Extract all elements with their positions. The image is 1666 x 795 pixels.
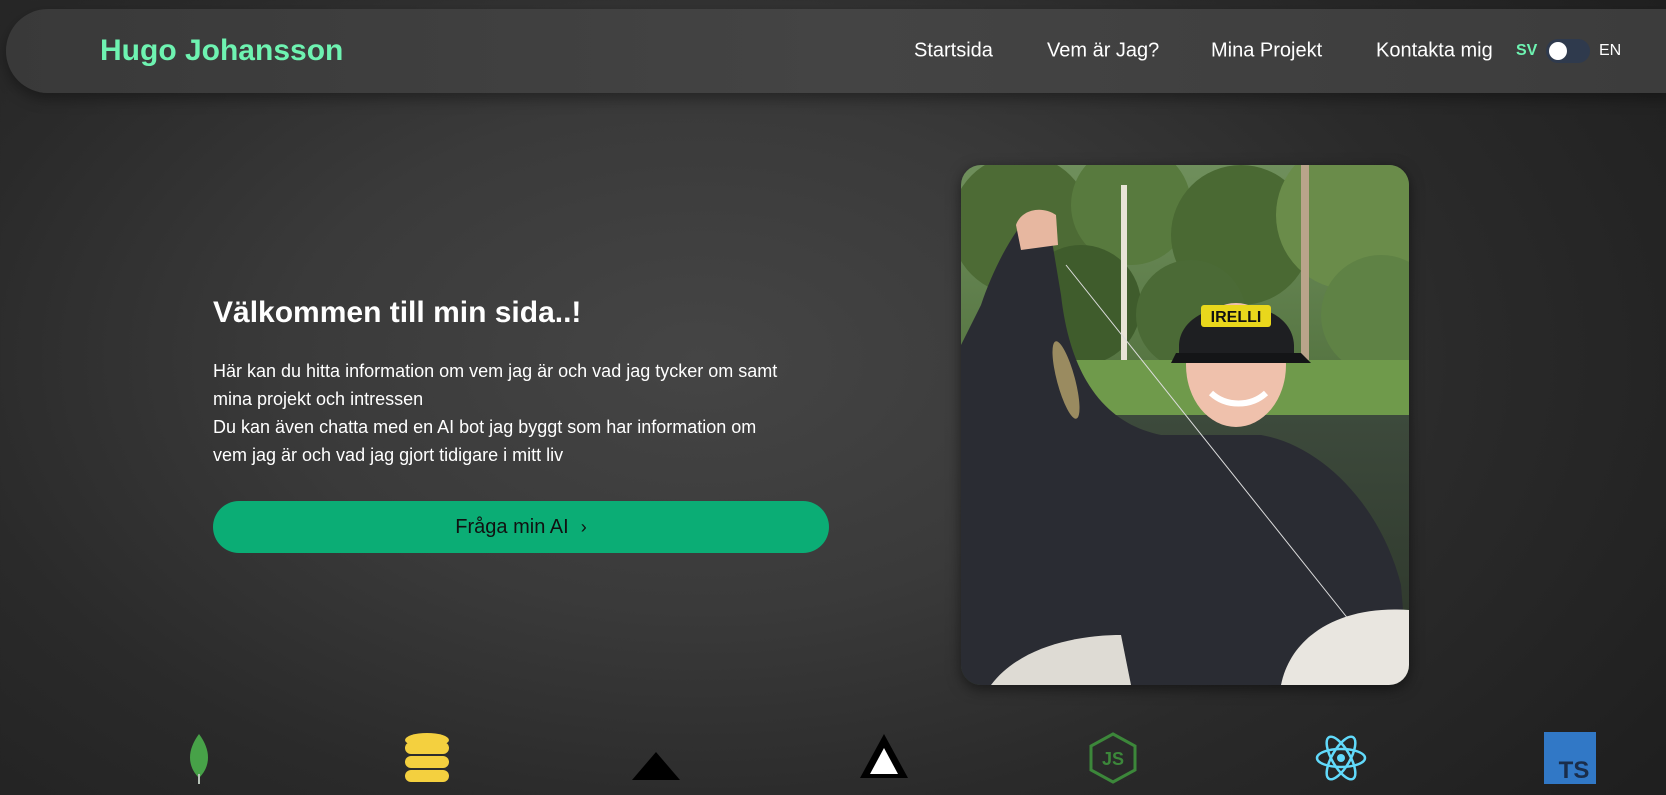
hero-text-line: Du kan även chatta med en AI bot jag byg… bbox=[213, 417, 757, 437]
vercel-triangle-icon bbox=[628, 730, 684, 786]
ask-ai-button[interactable]: Fråga min AI › bbox=[213, 501, 829, 553]
outlined-triangle-icon-graphic bbox=[860, 734, 908, 778]
outlined-triangle-icon bbox=[856, 730, 912, 786]
hero-description: Här kan du hitta information om vem jag … bbox=[213, 357, 853, 469]
profile-photo-illustration: IRELLI bbox=[961, 165, 1409, 685]
language-label-sv: SV bbox=[1516, 42, 1538, 59]
database-stack-icon bbox=[399, 730, 455, 786]
language-toggle[interactable] bbox=[1546, 39, 1590, 63]
typescript-icon-graphic: TS bbox=[1544, 732, 1596, 784]
profile-photo: IRELLI bbox=[961, 165, 1409, 685]
hero-text-line: mina projekt och intressen bbox=[213, 389, 424, 409]
typescript-icon: TS bbox=[1542, 730, 1598, 786]
typescript-icon-label: TS bbox=[1559, 757, 1590, 784]
nodejs-icon-graphic: JS bbox=[1089, 732, 1137, 784]
mongodb-leaf-icon bbox=[171, 730, 227, 786]
cap-logo-text: IRELLI bbox=[1211, 309, 1262, 326]
nav-link-vem-ar-jag[interactable]: Vem är Jag? bbox=[1047, 40, 1159, 63]
chevron-right-icon: › bbox=[580, 516, 587, 537]
nav-link-startsida[interactable]: Startsida bbox=[914, 40, 993, 63]
react-atom-icon bbox=[1313, 730, 1369, 786]
hero-title: Välkommen till min sida..! bbox=[213, 296, 582, 329]
nodejs-icon: JS bbox=[1085, 730, 1141, 786]
language-label-en: EN bbox=[1599, 42, 1622, 59]
language-toggle-knob bbox=[1549, 42, 1567, 60]
database-stack-icon-graphic bbox=[405, 733, 449, 782]
brand-name[interactable]: Hugo Johansson bbox=[100, 34, 343, 68]
nodejs-icon-label: JS bbox=[1102, 749, 1124, 769]
hero-text-line: vem jag är och vad jag gjort tidigare i … bbox=[213, 445, 564, 465]
vercel-triangle-icon-graphic bbox=[632, 752, 680, 780]
nav-link-kontakta-mig[interactable]: Kontakta mig bbox=[1376, 40, 1493, 63]
ask-ai-button-label: Fråga min AI bbox=[455, 515, 569, 538]
mongodb-leaf-icon-graphic bbox=[190, 734, 208, 784]
react-atom-icon-graphic bbox=[1315, 735, 1367, 781]
nav-link-mina-projekt[interactable]: Mina Projekt bbox=[1211, 40, 1322, 63]
hero-text-line: Här kan du hitta information om vem jag … bbox=[213, 361, 778, 381]
